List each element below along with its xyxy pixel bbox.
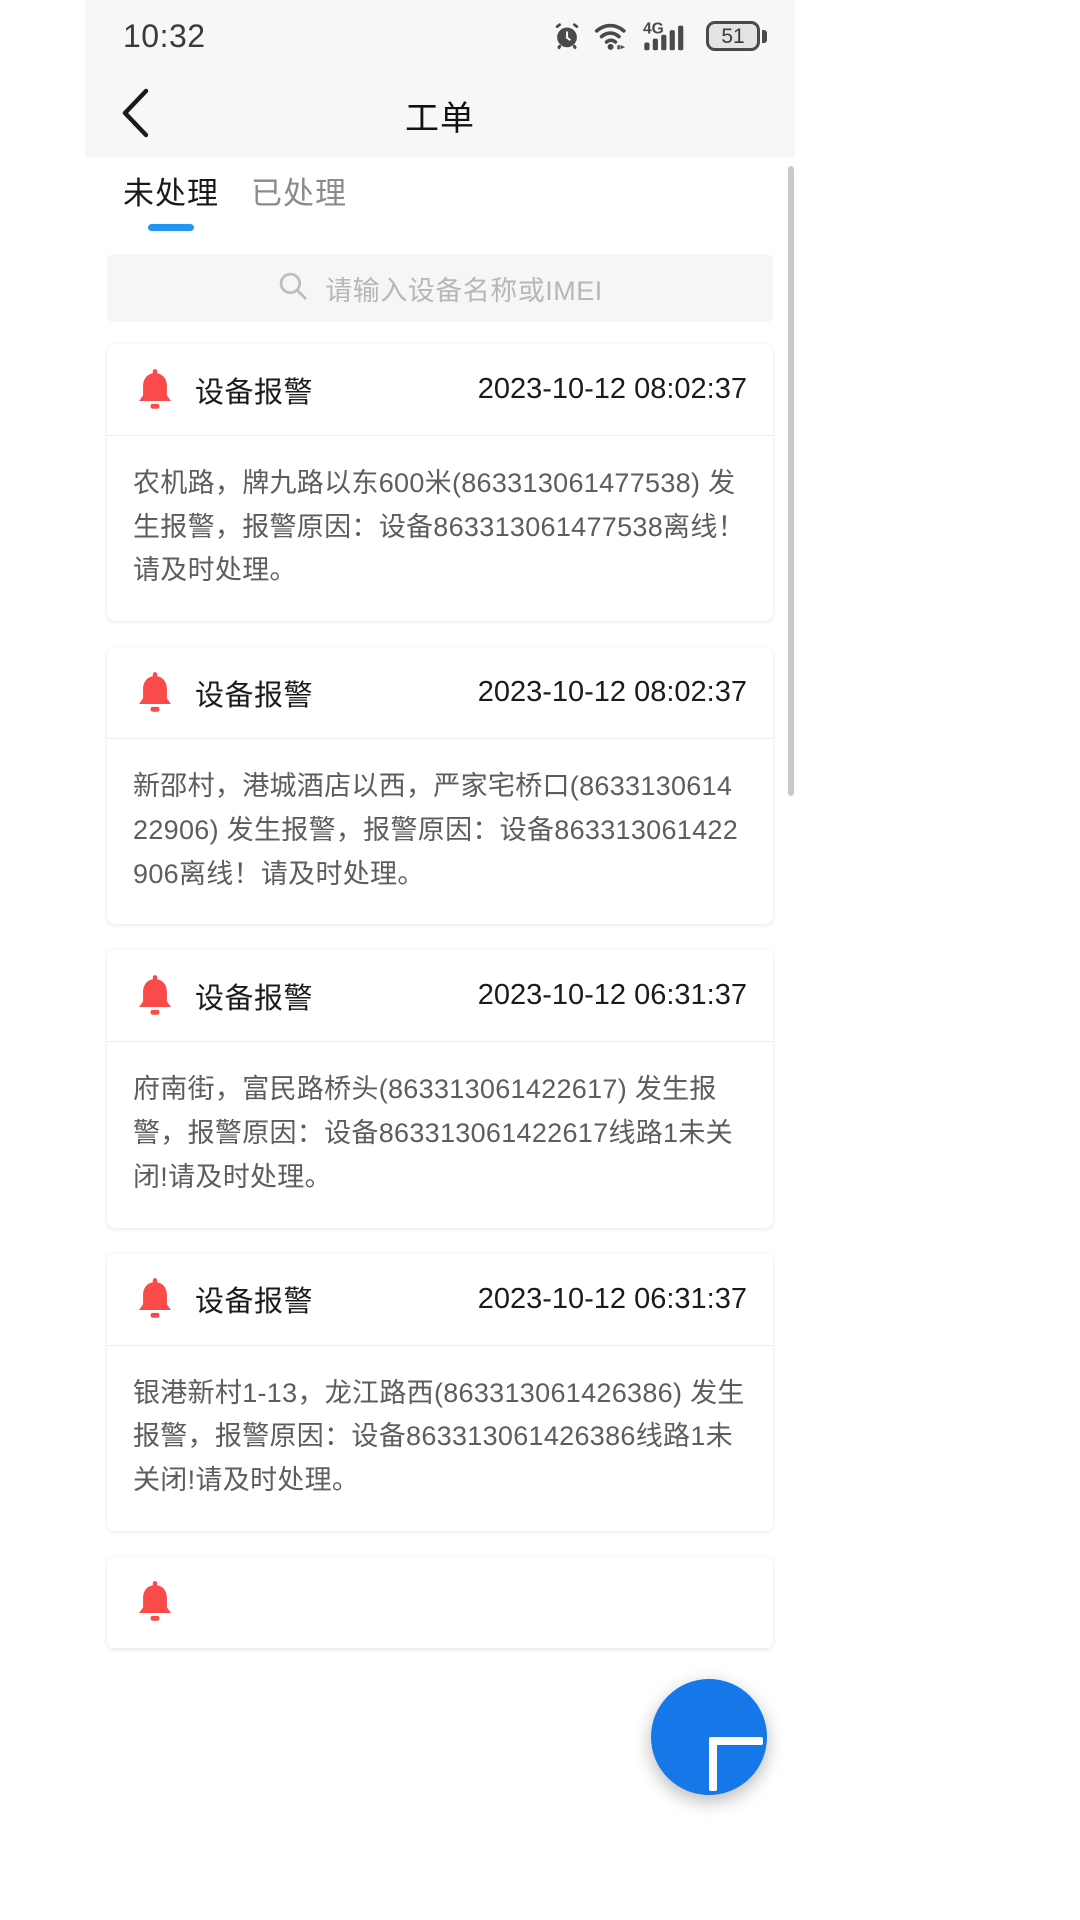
- work-order-card[interactable]: 设备报警 2023-10-12 06:31:37 银港新村1-13，龙江路西(8…: [107, 1253, 773, 1531]
- card-timestamp: 2023-10-12 08:02:37: [477, 676, 747, 709]
- work-order-list[interactable]: 设备报警 2023-10-12 08:02:37 农机路，牌九路以东600米(8…: [85, 322, 795, 1912]
- tab-unprocessed-label: 未处理: [123, 176, 219, 211]
- phone-screen: 10:32 4G 51 工单 未处理 已处理 请输入设备名称或IMEI 设备报警…: [0, 0, 1080, 1920]
- work-order-card[interactable]: 设备报警 2023-10-12 06:31:37 府南街，富民路桥头(86331…: [107, 950, 773, 1228]
- bell-icon: [133, 671, 177, 715]
- tab-processed[interactable]: 已处理: [235, 176, 363, 231]
- card-title: 设备报警: [195, 1286, 314, 1319]
- chevron-left-icon: [118, 87, 158, 144]
- search-placeholder: 请输入设备名称或IMEI: [325, 275, 603, 306]
- wifi-icon: [594, 20, 632, 52]
- card-timestamp: 2023-10-12 06:31:37: [477, 979, 747, 1012]
- tab-active-indicator: [148, 223, 194, 231]
- card-body-text: 新邵村，港城酒店以西，严家宅桥口(863313061422906) 发生报警，报…: [133, 771, 739, 889]
- tab-unprocessed[interactable]: 未处理: [107, 176, 235, 231]
- app-bar: 工单: [85, 72, 795, 158]
- card-header: 设备报警 2023-10-12 06:31:37: [107, 950, 773, 1043]
- card-title: 设备报警: [195, 679, 314, 712]
- bell-icon: [133, 1580, 177, 1624]
- add-work-order-button[interactable]: [651, 1679, 767, 1795]
- battery-level-text: 51: [721, 24, 745, 48]
- page-title: 工单: [405, 99, 475, 138]
- card-body-text: 银港新村1-13，龙江路西(863313061426386) 发生报警，报警原因…: [133, 1377, 745, 1496]
- work-order-card-partial[interactable]: [107, 1556, 773, 1649]
- card-body-text: 府南街，富民路桥头(863313061422617) 发生报警，报警原因：设备8…: [133, 1074, 733, 1192]
- status-bar-icons: 4G 51: [551, 19, 767, 53]
- battery-icon: 51: [706, 21, 767, 51]
- search-icon: [277, 270, 309, 307]
- vertical-scrollbar[interactable]: [788, 166, 794, 796]
- card-header: 设备报警 2023-10-12 06:31:37: [107, 1254, 773, 1346]
- card-header: [107, 1557, 773, 1649]
- card-body-text: 农机路，牌九路以东600米(863313061477538) 发生报警，报警原因…: [133, 468, 745, 586]
- bell-icon: [133, 1277, 177, 1321]
- tab-processed-label: 已处理: [251, 176, 347, 211]
- card-timestamp: 2023-10-12 06:31:37: [477, 1282, 747, 1315]
- right-gutter: [995, 0, 1080, 1920]
- back-button[interactable]: [107, 84, 169, 146]
- work-order-card[interactable]: 设备报警 2023-10-12 08:02:37 农机路，牌九路以东600米(8…: [107, 344, 773, 622]
- status-bar-time: 10:32: [123, 17, 206, 54]
- signal-4g-icon: 4G: [643, 19, 695, 53]
- status-bar: 10:32 4G 51: [85, 0, 795, 72]
- svg-text:4G: 4G: [643, 20, 664, 37]
- alarm-icon: [551, 20, 583, 52]
- tab-bar: 未处理 已处理: [85, 158, 795, 246]
- app-viewport: 10:32 4G 51 工单 未处理 已处理 请输入设备名称或IMEI 设备报警…: [85, 0, 795, 1920]
- card-header: 设备报警 2023-10-12 08:02:37: [107, 344, 773, 436]
- card-timestamp: 2023-10-12 08:02:37: [477, 373, 747, 405]
- left-gutter: [0, 0, 85, 1920]
- work-order-card[interactable]: 设备报警 2023-10-12 08:02:37 新邵村，港城酒店以西，严家宅桥…: [107, 647, 773, 925]
- bell-icon: [133, 974, 177, 1018]
- card-title: 设备报警: [195, 982, 314, 1015]
- search-input[interactable]: 请输入设备名称或IMEI: [107, 254, 773, 322]
- card-header: 设备报警 2023-10-12 08:02:37: [107, 647, 773, 740]
- bell-icon: [133, 368, 177, 412]
- search-section: 请输入设备名称或IMEI: [85, 246, 795, 322]
- tab-inactive-indicator: [276, 224, 322, 231]
- card-title: 设备报警: [195, 376, 314, 409]
